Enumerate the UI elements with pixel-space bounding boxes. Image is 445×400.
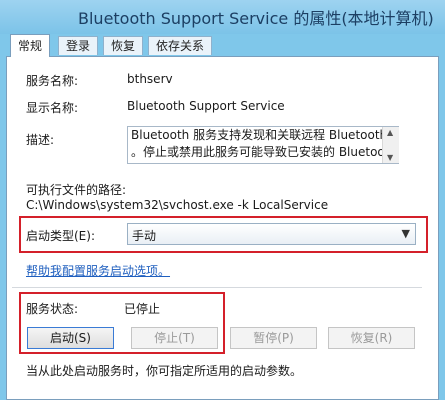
resume-button[interactable]: 恢复(R) (328, 327, 415, 349)
start-parameters-hint: 当从此处启动服务时，你可指定所适用的启动参数。 (26, 364, 303, 378)
startup-type-select[interactable]: 手动 ▼ (127, 223, 416, 245)
exe-path-label: 可执行文件的路径: (26, 183, 127, 197)
divider (12, 287, 422, 288)
display-name-value: Bluetooth Support Service (127, 99, 285, 113)
window-title: Bluetooth Support Service 的属性(本地计算机) (78, 9, 434, 28)
description-textbox[interactable]: Bluetooth 服务支持发现和关联远程 Bluetooth 设备 。停止或禁… (127, 126, 399, 164)
description-line-2: 。停止或禁用此服务可能导致已安装的 Bluetooth 设 (131, 145, 399, 159)
service-name-label: 服务名称: (26, 74, 79, 88)
tab-general[interactable]: 常规 (10, 34, 51, 57)
start-button[interactable]: 启动(S) (27, 327, 114, 349)
description-scrollbar[interactable]: ▲ ▼ (382, 127, 399, 163)
chevron-down-icon: ▼ (401, 227, 410, 240)
display-name-label: 显示名称: (26, 101, 79, 115)
description-label: 描述: (26, 133, 55, 147)
exe-path-value: C:\Windows\system32\svchost.exe -k Local… (26, 198, 329, 212)
description-line-1: Bluetooth 服务支持发现和关联远程 Bluetooth 设备 (131, 128, 399, 142)
title-bar[interactable]: Bluetooth Support Service 的属性(本地计算机) (0, 0, 445, 34)
startup-type-label: 启动类型(E): (26, 229, 95, 243)
tab-logon[interactable]: 登录 (58, 36, 99, 55)
scroll-down-icon[interactable]: ▼ (387, 153, 393, 162)
pause-button[interactable]: 暂停(P) (230, 327, 317, 349)
help-configure-link[interactable]: 帮助我配置服务启动选项。 (26, 262, 170, 279)
tab-recovery[interactable]: 恢复 (103, 36, 144, 55)
service-name-value: bthserv (127, 72, 173, 86)
startup-type-value: 手动 (132, 229, 157, 243)
tab-dependencies[interactable]: 依存关系 (148, 36, 213, 55)
tab-strip: 常规 登录 恢复 依存关系 (6, 34, 438, 57)
scroll-up-icon[interactable]: ▲ (387, 128, 393, 137)
service-status-label: 服务状态: (26, 302, 79, 316)
service-status-value: 已停止 (124, 302, 161, 316)
stop-button[interactable]: 停止(T) (131, 327, 218, 349)
